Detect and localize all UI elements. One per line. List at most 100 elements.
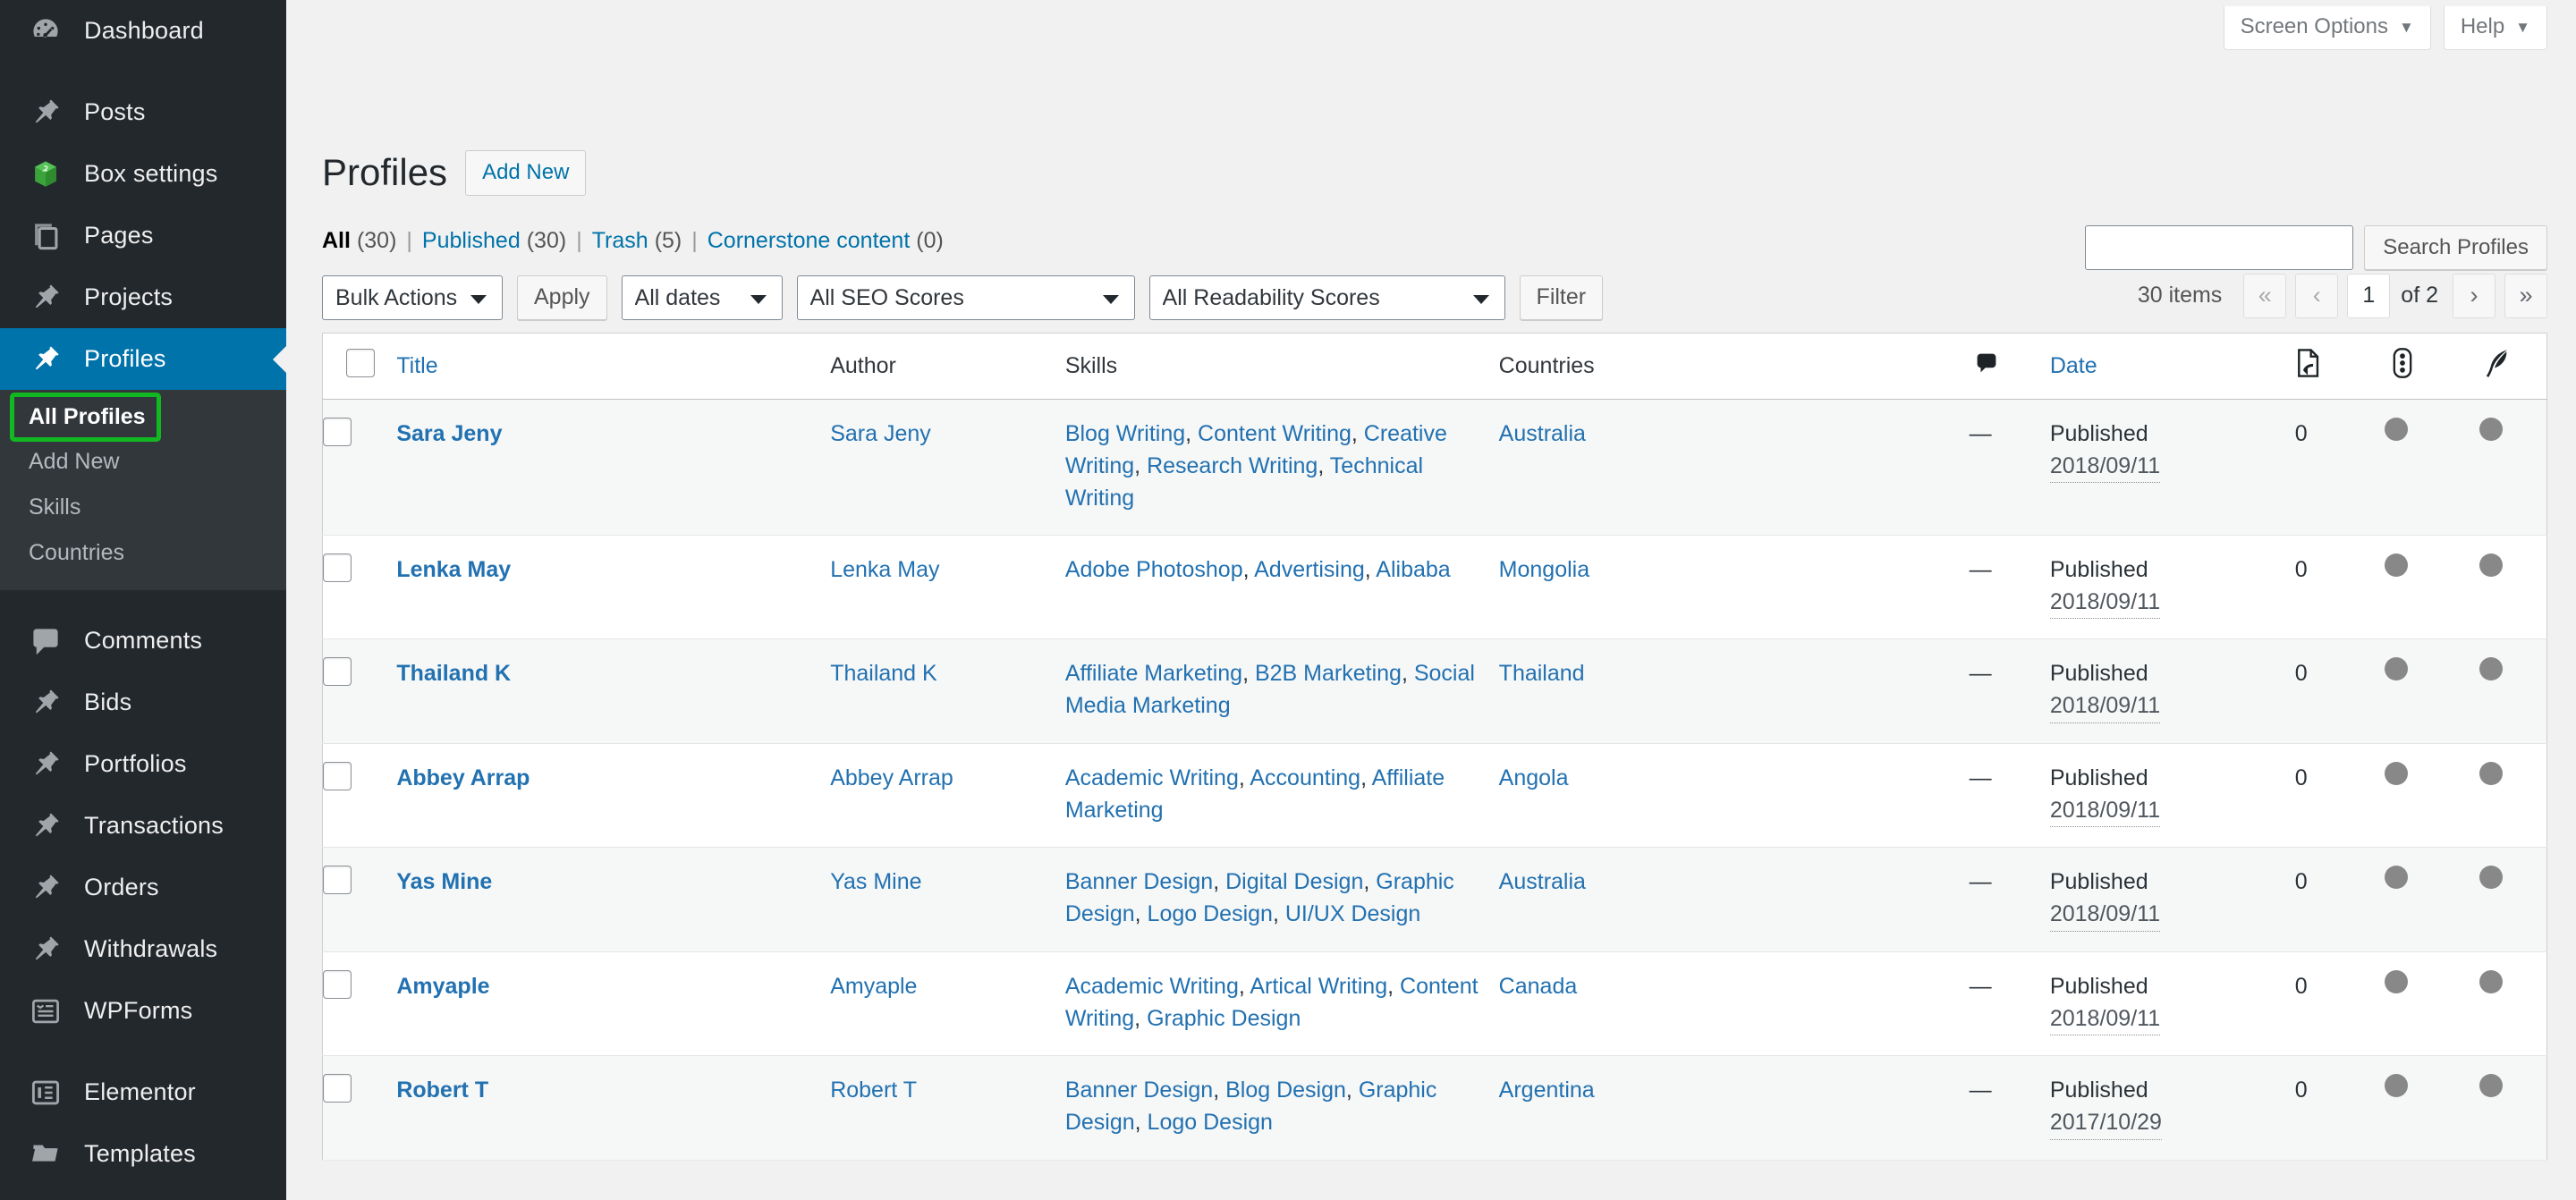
readability-score-dot[interactable] bbox=[2479, 1074, 2503, 1098]
seo-scores-filter-select[interactable]: All SEO Scores bbox=[796, 275, 1135, 320]
seo-score-dot[interactable] bbox=[2384, 657, 2408, 681]
bulk-actions-select[interactable]: Bulk Actions bbox=[322, 275, 503, 320]
submenu-item-countries[interactable]: Countries bbox=[0, 530, 286, 576]
skill-link[interactable]: Academic Writing bbox=[1065, 974, 1239, 999]
seo-score-dot[interactable] bbox=[2384, 761, 2408, 785]
skill-link[interactable]: B2B Marketing bbox=[1255, 661, 1402, 686]
view-link[interactable]: Trash bbox=[592, 228, 648, 254]
skill-link[interactable]: Banner Design bbox=[1065, 1077, 1213, 1103]
sidebar-item-bids[interactable]: Bids bbox=[0, 672, 286, 733]
author-link[interactable]: Lenka May bbox=[830, 557, 939, 582]
previous-page-button[interactable]: ‹ bbox=[2295, 273, 2339, 318]
add-new-button[interactable]: Add New bbox=[465, 150, 587, 196]
skill-link[interactable]: Digital Design bbox=[1225, 869, 1363, 894]
first-page-button[interactable]: « bbox=[2243, 273, 2287, 318]
skill-link[interactable]: Blog Design bbox=[1225, 1077, 1346, 1103]
author-link[interactable]: Thailand K bbox=[830, 661, 937, 686]
apply-button[interactable]: Apply bbox=[517, 275, 607, 320]
country-link[interactable]: Argentina bbox=[1499, 1077, 1595, 1103]
sidebar-item-pages[interactable]: Pages bbox=[0, 205, 286, 266]
skill-link[interactable]: Logo Design bbox=[1148, 901, 1273, 926]
view-link[interactable]: Published bbox=[422, 228, 521, 254]
seo-score-dot[interactable] bbox=[2384, 969, 2408, 993]
author-link[interactable]: Amyaple bbox=[830, 974, 917, 999]
next-page-button[interactable]: › bbox=[2453, 273, 2496, 318]
skill-link[interactable]: Accounting bbox=[1250, 765, 1360, 790]
row-checkbox[interactable] bbox=[323, 866, 352, 895]
select-all-checkbox[interactable] bbox=[346, 348, 375, 377]
skill-link[interactable]: Adobe Photoshop bbox=[1065, 557, 1243, 582]
view-link[interactable]: All bbox=[322, 228, 351, 254]
row-checkbox[interactable] bbox=[323, 761, 352, 790]
sidebar-item-elementor[interactable]: Elementor bbox=[0, 1061, 286, 1123]
sidebar-item-orders[interactable]: Orders bbox=[0, 857, 286, 918]
readability-score-dot[interactable] bbox=[2479, 969, 2503, 993]
author-link[interactable]: Yas Mine bbox=[830, 869, 921, 894]
sidebar-item-transactions[interactable]: Transactions bbox=[0, 795, 286, 857]
sidebar-item-portfolios[interactable]: Portfolios bbox=[0, 733, 286, 795]
skill-link[interactable]: Alibaba bbox=[1376, 557, 1450, 582]
row-date-link[interactable]: 2017/10/29 bbox=[2049, 1106, 2162, 1140]
skill-link[interactable]: Advertising bbox=[1254, 557, 1365, 582]
skill-link[interactable]: Academic Writing bbox=[1065, 765, 1239, 790]
row-date-link[interactable]: 2018/09/11 bbox=[2049, 1002, 2161, 1036]
skill-link[interactable]: Blog Writing bbox=[1065, 421, 1185, 446]
row-date-link[interactable]: 2018/09/11 bbox=[2049, 586, 2161, 620]
sidebar-item-templates[interactable]: Templates bbox=[0, 1123, 286, 1185]
sort-title-link[interactable]: Title bbox=[396, 353, 437, 378]
skill-link[interactable]: Research Writing bbox=[1147, 453, 1318, 478]
row-date-link[interactable]: 2018/09/11 bbox=[2049, 898, 2161, 932]
seo-score-dot[interactable] bbox=[2384, 1074, 2408, 1098]
readability-score-dot[interactable] bbox=[2479, 866, 2503, 890]
sidebar-item-dashboard[interactable]: Dashboard bbox=[0, 0, 286, 62]
help-button[interactable]: Help ▼ bbox=[2443, 6, 2547, 50]
last-page-button[interactable]: » bbox=[2504, 273, 2547, 318]
skill-link[interactable]: Content Writing bbox=[1198, 421, 1352, 446]
screen-options-button[interactable]: Screen Options ▼ bbox=[2223, 6, 2431, 50]
sort-date-link[interactable]: Date bbox=[2050, 353, 2097, 378]
skill-link[interactable]: UI/UX Design bbox=[1285, 901, 1420, 926]
view-link[interactable]: Cornerstone content bbox=[708, 228, 911, 254]
row-checkbox[interactable] bbox=[323, 657, 352, 687]
submenu-item-all-profiles[interactable]: All Profiles bbox=[10, 393, 161, 442]
skill-link[interactable]: Graphic Design bbox=[1147, 1006, 1301, 1031]
sidebar-item-comments[interactable]: Comments bbox=[0, 610, 286, 672]
country-link[interactable]: Australia bbox=[1499, 421, 1586, 446]
author-link[interactable]: Robert T bbox=[830, 1077, 917, 1103]
filter-button[interactable]: Filter bbox=[1519, 275, 1604, 320]
sidebar-item-projects[interactable]: Projects bbox=[0, 266, 286, 328]
row-date-link[interactable]: 2018/09/11 bbox=[2049, 689, 2161, 723]
profile-title-link[interactable]: Abbey Arrap bbox=[396, 765, 530, 790]
readability-score-dot[interactable] bbox=[2479, 657, 2503, 681]
search-input[interactable] bbox=[2085, 225, 2354, 270]
skill-link[interactable]: Affiliate Marketing bbox=[1065, 661, 1242, 686]
row-checkbox[interactable] bbox=[323, 417, 352, 446]
country-link[interactable]: Thailand bbox=[1499, 661, 1585, 686]
row-checkbox[interactable] bbox=[323, 969, 352, 999]
country-link[interactable]: Canada bbox=[1499, 974, 1578, 999]
skill-link[interactable]: Banner Design bbox=[1065, 869, 1213, 894]
row-checkbox[interactable] bbox=[323, 553, 352, 582]
author-link[interactable]: Sara Jeny bbox=[830, 421, 931, 446]
readability-score-dot[interactable] bbox=[2479, 761, 2503, 785]
submenu-item-add-new[interactable]: Add New bbox=[0, 439, 286, 485]
readability-score-dot[interactable] bbox=[2479, 553, 2503, 577]
current-page-input[interactable]: 1 bbox=[2347, 273, 2391, 318]
submenu-item-skills[interactable]: Skills bbox=[0, 485, 286, 530]
sidebar-item-posts[interactable]: Posts bbox=[0, 81, 286, 143]
skill-link[interactable]: Artical Writing bbox=[1250, 974, 1387, 999]
profile-title-link[interactable]: Yas Mine bbox=[396, 869, 492, 894]
country-link[interactable]: Australia bbox=[1499, 869, 1586, 894]
profile-title-link[interactable]: Amyaple bbox=[396, 974, 489, 999]
sidebar-item-withdrawals[interactable]: Withdrawals bbox=[0, 918, 286, 980]
seo-score-dot[interactable] bbox=[2384, 553, 2408, 577]
skill-link[interactable]: Logo Design bbox=[1148, 1110, 1273, 1135]
profile-title-link[interactable]: Robert T bbox=[396, 1077, 488, 1103]
search-submit-button[interactable]: Search Profiles bbox=[2364, 225, 2547, 270]
seo-score-dot[interactable] bbox=[2384, 866, 2408, 890]
profile-title-link[interactable]: Sara Jeny bbox=[396, 421, 502, 446]
readability-score-dot[interactable] bbox=[2479, 417, 2503, 441]
seo-score-dot[interactable] bbox=[2384, 417, 2408, 441]
country-link[interactable]: Mongolia bbox=[1499, 557, 1589, 582]
author-link[interactable]: Abbey Arrap bbox=[830, 765, 953, 790]
